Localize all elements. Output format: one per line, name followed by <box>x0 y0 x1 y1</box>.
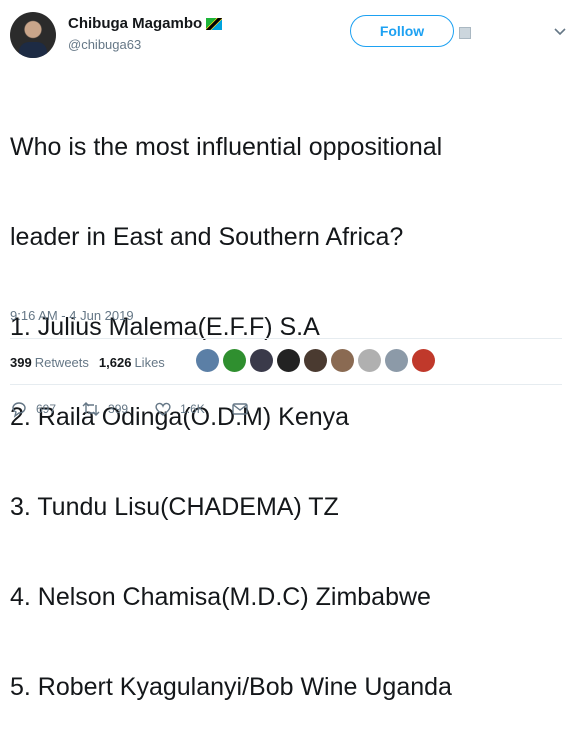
liker-avatar[interactable] <box>196 349 219 372</box>
retweets-stat[interactable]: 399 Retweets <box>10 355 89 370</box>
heart-icon <box>155 402 171 416</box>
liker-avatar[interactable] <box>385 349 408 372</box>
liker-avatar[interactable] <box>412 349 435 372</box>
like-button[interactable]: 1.6K <box>154 400 205 418</box>
liker-avatar[interactable] <box>277 349 300 372</box>
envelope-icon <box>232 403 248 415</box>
tweet-line: leader in East and Southern Africa? <box>10 223 404 251</box>
tweet-actions: 697 399 1.6K <box>10 400 275 418</box>
like-count: 1.6K <box>180 402 205 416</box>
reply-button[interactable]: 697 <box>10 400 56 418</box>
tweet-timestamp[interactable]: 9:16 AM - 4 Jun 2019 <box>10 308 134 323</box>
reply-count: 697 <box>36 402 57 416</box>
liker-avatar[interactable] <box>358 349 381 372</box>
retweet-button[interactable]: 399 <box>82 400 128 418</box>
liker-avatars <box>196 349 435 372</box>
chevron-down-icon[interactable] <box>553 24 567 38</box>
direct-message-button[interactable] <box>231 400 249 418</box>
author-display-name[interactable]: Chibuga Magambo <box>68 15 202 32</box>
author-handle[interactable]: @chibuga63 <box>68 37 141 52</box>
author-name-row: Chibuga Magambo <box>68 15 223 32</box>
liker-avatar[interactable] <box>331 349 354 372</box>
retweets-count: 399 <box>10 355 32 370</box>
card-icon <box>459 27 471 39</box>
liker-avatar[interactable] <box>304 349 327 372</box>
engagement-stats: 399 Retweets 1,626 Likes <box>10 355 165 370</box>
tweet-line: 3. Tundu Lisu(CHADEMA) TZ <box>10 493 339 521</box>
reply-icon <box>12 402 26 418</box>
likes-label: Likes <box>134 355 165 370</box>
likes-count: 1,626 <box>98 355 132 370</box>
tweet-line: 4. Nelson Chamisa(M.D.C) Zimbabwe <box>10 583 431 611</box>
tanzania-flag-icon <box>206 17 223 30</box>
retweet-count: 399 <box>108 402 129 416</box>
liker-avatar[interactable] <box>223 349 246 372</box>
tweet-line: 5. Robert Kyagulanyi/Bob Wine Uganda <box>10 673 452 701</box>
divider <box>10 338 562 339</box>
tweet-line: Who is the most influential oppositional <box>10 133 443 161</box>
follow-button[interactable]: Follow <box>350 15 454 47</box>
likes-stat[interactable]: 1,626 Likes <box>99 355 165 370</box>
divider <box>10 384 562 385</box>
retweet-icon <box>82 402 100 416</box>
liker-avatar[interactable] <box>250 349 273 372</box>
retweets-label: Retweets <box>34 355 89 370</box>
author-avatar[interactable] <box>10 12 56 58</box>
